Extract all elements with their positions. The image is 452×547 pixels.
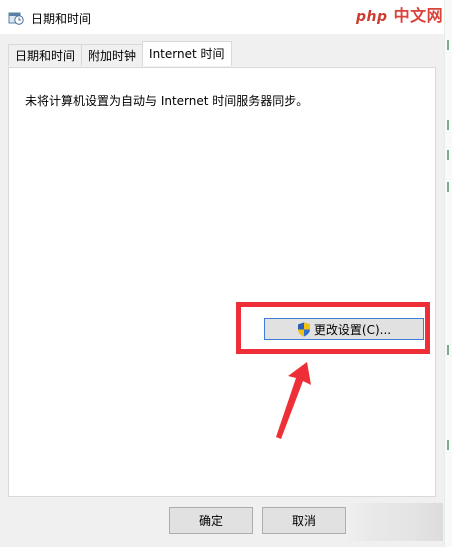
watermark-site-text: 中文网 [393,6,444,25]
sync-status-message: 未将计算机设置为自动与 Internet 时间服务器同步。 [25,94,309,108]
edge-mark [447,150,449,160]
window-title: 日期和时间 [31,12,92,26]
cancel-button[interactable]: 取消 [262,507,346,534]
change-settings-button[interactable]: 更改设置(C)... [264,318,424,340]
clock-calendar-icon [8,12,24,25]
uac-shield-icon [297,322,310,336]
blurred-apply-button-region [345,503,443,541]
tab-internet-time[interactable]: Internet 时间 [142,41,232,66]
tab-additional-clocks[interactable]: 附加时钟 [81,44,144,66]
change-settings-label: 更改设置(C)... [313,322,392,337]
tab-strip: 日期和时间 附加时钟 Internet 时间 [8,41,232,68]
edge-mark [447,120,449,130]
date-time-dialog: 日期和时间 附加时钟 Internet 时间 未将计算机设置为自动与 Inter… [0,34,444,547]
background-window-edge [444,0,452,547]
edge-mark [447,345,449,355]
tab-date-time[interactable]: 日期和时间 [8,44,83,66]
watermark-php-text: php [356,9,388,25]
edge-mark [447,182,449,192]
ok-button[interactable]: 确定 [169,507,253,534]
edge-mark [447,440,449,450]
internet-time-panel: 未将计算机设置为自动与 Internet 时间服务器同步。 更改设置(C)... [8,67,436,497]
edge-mark [447,40,449,50]
php-watermark: php 中文网 [356,2,443,26]
